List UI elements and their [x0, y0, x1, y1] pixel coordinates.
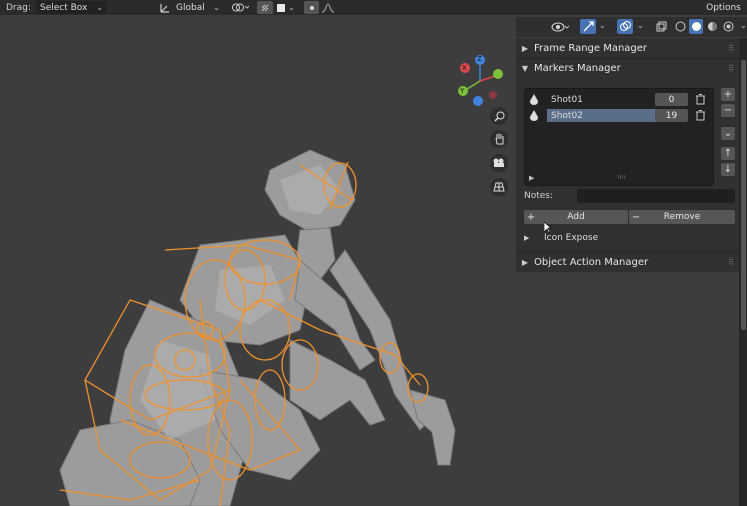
panel-menu-chevron-icon[interactable]: ⌄	[721, 127, 735, 140]
remove-button[interactable]: − Remove	[629, 210, 735, 224]
list-resize-grip-icon[interactable]: ⠶⠶	[617, 173, 626, 181]
proportional-edit-button[interactable]	[304, 1, 319, 14]
grid-perspective-icon[interactable]	[490, 178, 508, 196]
marker-drop-icon	[527, 93, 541, 106]
marker-frame[interactable]: 19	[655, 109, 688, 122]
collapsed-arrow-icon: ▶	[521, 43, 529, 53]
remove-marker-button[interactable]: −	[721, 104, 735, 117]
snap-square-icon	[277, 3, 286, 12]
x-axis-label: X	[462, 64, 467, 72]
frame-range-title: Frame Range Manager	[534, 42, 648, 54]
falloff-dropdown[interactable]	[319, 1, 343, 14]
marker-frame[interactable]: 0	[655, 93, 688, 106]
drag-select-dropdown[interactable]: Select Box ⌄	[36, 1, 107, 14]
wireframe-shading-icon[interactable]	[673, 20, 687, 33]
chevron-down-icon: ⌄	[288, 3, 295, 12]
3d-viewport[interactable]: Z Y X	[0, 15, 516, 506]
icon-expose-label: Icon Expose	[544, 233, 599, 243]
snap-target-dropdown[interactable]: ⌄	[275, 1, 297, 14]
viewport-header-right: ⌄ ⌄ ⌄	[516, 17, 747, 37]
add-marker-button[interactable]: +	[721, 88, 735, 101]
marker-name[interactable]: Shot01	[547, 93, 647, 106]
rigged-character-scene	[59, 149, 456, 506]
material-shading-icon[interactable]	[705, 20, 719, 33]
drag-select-value: Select Box	[40, 2, 88, 13]
frame-range-panel-header[interactable]: ▶ Frame Range Manager ⠿	[516, 39, 739, 57]
pivot-point-button[interactable]	[229, 1, 251, 14]
xray-toggle-icon[interactable]	[654, 20, 668, 33]
character-mesh	[59, 149, 456, 506]
add-label: Add	[567, 212, 585, 222]
z-axis-label: Z	[477, 55, 482, 63]
remove-label: Remove	[663, 212, 701, 222]
list-item[interactable]: Shot01 0	[527, 92, 710, 107]
sidebar-scrollbar[interactable]	[741, 60, 746, 330]
collapsed-arrow-icon: ▶	[521, 257, 529, 267]
transform-orientation-icon	[158, 1, 172, 14]
camera-icon[interactable]	[490, 154, 508, 172]
add-button[interactable]: + Add	[524, 210, 628, 224]
mouse-cursor	[543, 221, 552, 237]
pan-hand-icon[interactable]	[490, 130, 508, 148]
gizmo-toggle-button[interactable]	[580, 19, 596, 34]
orientation-dropdown[interactable]: Global ⌄	[172, 1, 224, 14]
markers-panel-header[interactable]: ▼ Markers Manager ⠿	[516, 59, 739, 77]
object-visibility-dropdown[interactable]	[550, 20, 572, 33]
expanded-arrow-icon: ▼	[521, 63, 529, 73]
icon-expose-toggle[interactable]: ▶ Icon Expose	[524, 231, 598, 245]
chevron-down-icon: ⌄	[96, 3, 103, 12]
viewport-behind-panel	[516, 272, 739, 506]
move-down-arrow-icon[interactable]: ↓	[721, 163, 735, 176]
object-action-panel-header[interactable]: ▶ Object Action Manager ⠿	[516, 253, 739, 271]
dot-icon	[309, 5, 314, 10]
neg-z-axis-dot[interactable]	[473, 96, 483, 106]
snap-toggle-button[interactable]	[257, 1, 273, 14]
drag-grip-icon[interactable]: ⠿	[728, 44, 734, 53]
trash-icon[interactable]	[694, 109, 706, 122]
chevron-down-icon[interactable]: ⌄	[599, 21, 606, 30]
marker-name[interactable]: Shot02	[547, 109, 659, 122]
object-action-title: Object Action Manager	[534, 256, 649, 268]
list-item[interactable]: Shot02 19	[527, 108, 710, 123]
options-menu[interactable]: Options	[700, 0, 747, 15]
minus-icon: −	[631, 211, 641, 223]
navigation-gizmo[interactable]: Z Y X	[450, 51, 510, 111]
options-label: Options	[706, 2, 741, 13]
chevron-down-icon: ⌄	[213, 3, 220, 12]
y-axis-label: Y	[460, 87, 465, 95]
drag-label: Drag:	[6, 2, 31, 13]
overlays-toggle-button[interactable]	[617, 19, 633, 34]
collapsed-arrow-icon: ▶	[524, 234, 530, 242]
markers-title: Markers Manager	[534, 62, 621, 74]
markers-list[interactable]: Shot01 0 Shot02 19 ▶ ⠶⠶	[524, 88, 714, 186]
orientation-value: Global	[176, 2, 205, 13]
plus-icon: +	[526, 211, 536, 223]
trash-icon[interactable]	[694, 93, 706, 106]
y-axis-dot[interactable]	[493, 69, 503, 79]
list-filter-arrow-icon[interactable]: ▶	[529, 174, 534, 182]
chevron-down-icon[interactable]: ⌄	[637, 21, 644, 30]
drag-grip-icon[interactable]: ⠿	[728, 64, 734, 73]
notes-label: Notes:	[524, 191, 554, 201]
marker-drop-icon	[527, 109, 541, 122]
solid-shading-icon[interactable]	[689, 19, 703, 34]
notes-input[interactable]	[577, 189, 735, 203]
zoom-icon[interactable]	[490, 107, 508, 125]
header-toolbar: Drag: Select Box ⌄ Global ⌄ ⌄ Options	[0, 0, 747, 15]
chevron-down-icon[interactable]: ⌄	[740, 21, 747, 30]
rendered-shading-icon[interactable]	[721, 20, 735, 33]
sidebar-panel: ▶ Frame Range Manager ⠿ ▼ Markers Manage…	[516, 38, 739, 506]
move-up-arrow-icon[interactable]: ↑	[721, 147, 735, 160]
drag-grip-icon[interactable]: ⠿	[728, 258, 734, 267]
